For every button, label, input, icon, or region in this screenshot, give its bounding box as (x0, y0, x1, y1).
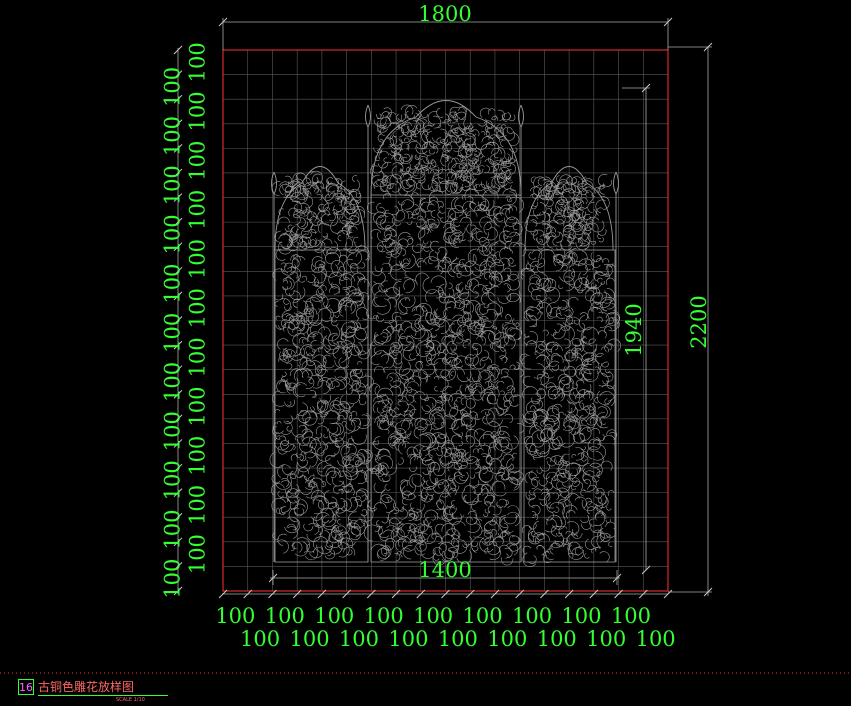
grid-dimension-label: 100 (161, 116, 185, 156)
grid-dimension-label: 100 (339, 627, 379, 651)
grid-dimension-label: 100 (186, 436, 210, 476)
grid-dimension-label: 100 (161, 411, 185, 451)
grid-dimension-label: 100 (413, 604, 453, 628)
grid-dimension-label: 100 (186, 485, 210, 525)
grid-dimension-label: 100 (186, 42, 210, 82)
grid-dimension-label: 100 (161, 264, 185, 304)
grid-dimension-label: 100 (161, 460, 185, 500)
grid-dimension-label: 100 (161, 559, 185, 599)
grid-dimension-label: 100 (186, 239, 210, 279)
left-grid-dimension-labels: 1001001001001001001001001001001001001001… (161, 42, 210, 599)
sheet-number: 16 (18, 679, 34, 695)
bottom-grid-dimension-labels: 1001001001001001001001001001001001001001… (215, 604, 675, 651)
grid-dimension-label: 100 (487, 627, 527, 651)
grid-dimension-label: 100 (314, 604, 354, 628)
grid-dimension-label: 100 (161, 165, 185, 205)
grid-dimension-label: 100 (186, 337, 210, 377)
grid-dimension-label: 100 (636, 627, 676, 651)
scrollwork (363, 188, 527, 566)
grid-dimension-label: 100 (586, 627, 626, 651)
grid-dimension-label: 100 (215, 604, 255, 628)
cad-drawing-canvas: 1800 2200 1940 1400 10010010010010010010… (0, 2, 851, 674)
grid-dimension-label: 100 (186, 141, 210, 181)
crown-scrollwork (370, 104, 520, 196)
crown-scrollwork (524, 174, 612, 251)
grid-dimension-label: 100 (364, 604, 404, 628)
grid-dimension-label: 100 (186, 91, 210, 131)
spear-finial (613, 171, 619, 196)
grid-dimension-label: 100 (388, 627, 428, 651)
grid-dimension-label: 100 (186, 534, 210, 574)
grid-dimension-label: 100 (240, 627, 280, 651)
grid-dimension-label: 100 (512, 604, 552, 628)
grid-dimension-label: 100 (438, 627, 478, 651)
overall-width-label: 1800 (418, 2, 471, 26)
grid-dimension-label: 100 (265, 604, 305, 628)
grid-dimension-label: 100 (161, 214, 185, 254)
grid-dimension-label: 100 (561, 604, 601, 628)
grid-dimension-label: 100 (161, 362, 185, 402)
grid-dimension-label: 100 (463, 604, 503, 628)
grid-dimension-label: 100 (289, 627, 329, 651)
inner-width-label: 1400 (418, 558, 471, 582)
grid-dimension-label: 100 (186, 190, 210, 230)
inner-height-label: 1940 (622, 303, 646, 356)
grid-dimension-label: 100 (186, 387, 210, 427)
title-block: 16 古铜色雕花放样图 (18, 678, 169, 696)
grid-dimension-label: 100 (161, 313, 185, 353)
grid-dimension-label: 100 (611, 604, 651, 628)
grid-dimension-label: 100 (537, 627, 577, 651)
grid-dimension-label: 100 (186, 288, 210, 328)
grid-dimension-label: 100 (161, 67, 185, 107)
overall-height-label: 2200 (687, 295, 711, 348)
sheet-title: 古铜色雕花放样图 (38, 678, 169, 696)
grid-dimension-label: 100 (161, 509, 185, 549)
crown-scrollwork (271, 170, 365, 255)
scale-note: SCALE 1/10 (116, 697, 145, 703)
